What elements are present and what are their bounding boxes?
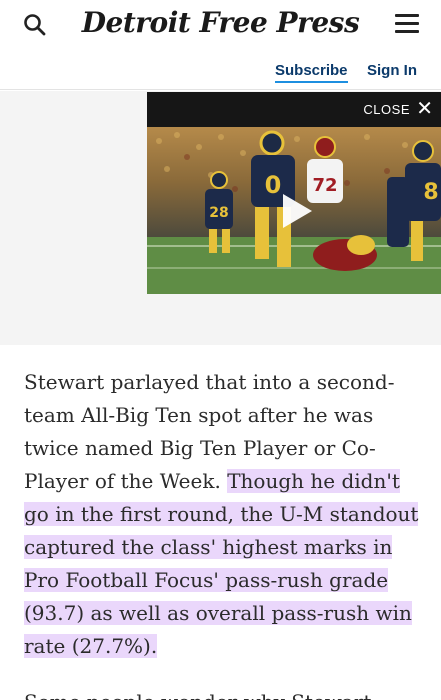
sign-in-link[interactable]: Sign In: [367, 62, 417, 79]
highlighted-text: Though he didn't go in the first round, …: [24, 469, 419, 658]
floating-video-player[interactable]: CLOSE ✕ 28 0 72 8: [147, 92, 441, 294]
close-icon[interactable]: ✕: [416, 97, 433, 121]
video-player-bar: CLOSE ✕: [147, 92, 441, 127]
jersey-number: 8: [423, 180, 438, 205]
video-thumbnail[interactable]: 28 0 72 8: [147, 127, 441, 294]
hamburger-menu-icon[interactable]: [395, 14, 419, 34]
article-paragraph: Stewart parlayed that into a second-team…: [24, 366, 420, 663]
jersey-number: 72: [312, 175, 337, 196]
site-header: Detroit Free Press: [0, 0, 441, 52]
play-icon[interactable]: [280, 192, 314, 230]
jersey-number: 0: [265, 171, 282, 199]
account-bar: Subscribe Sign In: [0, 52, 441, 90]
subscribe-link[interactable]: Subscribe: [275, 62, 348, 83]
jersey-number: 28: [209, 205, 228, 221]
article-paragraph-next: Some people wonder why Stewart would be: [24, 686, 420, 700]
site-logo[interactable]: Detroit Free Press: [0, 6, 441, 39]
close-video-label[interactable]: CLOSE: [363, 102, 410, 117]
